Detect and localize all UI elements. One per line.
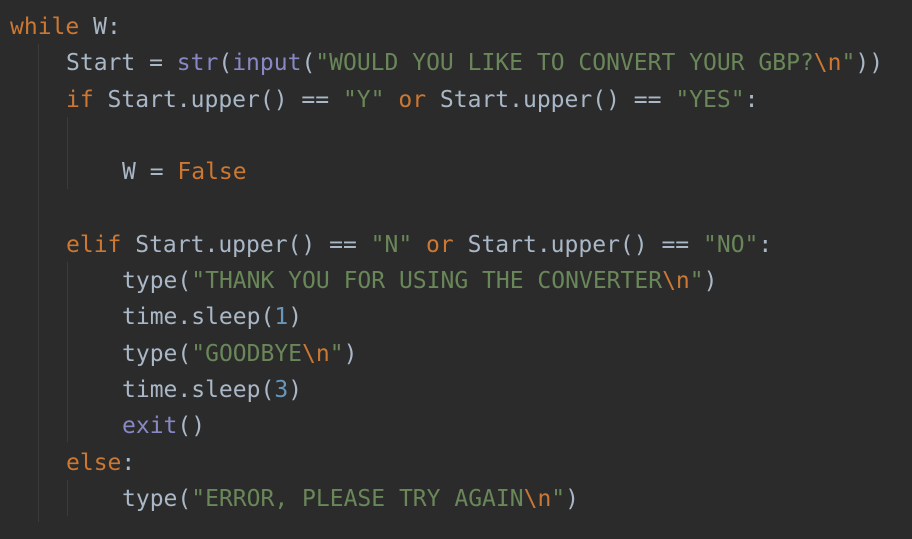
code-token: " [841, 50, 856, 77]
code-line[interactable]: time.sleep(1) [122, 302, 302, 332]
code-token: "THANK YOU FOR USING THE CONVERTER [191, 268, 663, 295]
code-token: if [66, 86, 94, 113]
code-token: ) [703, 268, 718, 295]
indent-guide-if-block [67, 117, 68, 189]
code-token: Start = [66, 50, 177, 77]
code-token: )) [855, 50, 884, 77]
code-token: ) [343, 340, 358, 367]
code-token: input [232, 50, 302, 77]
code-token: \n [662, 268, 690, 295]
code-token: str [176, 50, 219, 77]
code-token: "YES" [675, 86, 745, 113]
code-token: "GOODBYE [191, 340, 303, 367]
code-line[interactable]: while W: [10, 12, 121, 42]
code-token: time.sleep( [122, 304, 275, 331]
code-token: elif [66, 231, 122, 258]
code-token: type( [122, 485, 192, 512]
code-token: "Y" [342, 86, 385, 113]
code-token: "WOULD YOU LIKE TO CONVERT YOUR GBP? [315, 50, 814, 77]
code-token: "N" [370, 231, 413, 258]
code-token: : [121, 449, 136, 476]
code-token: while [10, 14, 80, 40]
indent-guide-while-block [38, 44, 39, 522]
code-token: or [426, 231, 454, 258]
code-token: 1 [274, 304, 289, 331]
code-token: ( [218, 50, 233, 77]
code-line[interactable]: Start = str(input("WOULD YOU LIKE TO CON… [66, 48, 883, 78]
code-token: : [744, 86, 759, 113]
code-token: Start.upper() == [453, 231, 703, 258]
code-token: Start.upper() == [93, 86, 343, 113]
code-token: Start.upper() == [121, 231, 371, 258]
code-token: or [398, 86, 427, 113]
code-token: ) [288, 304, 303, 331]
code-token: ) [288, 377, 303, 403]
code-token: " [329, 340, 344, 367]
code-token: False [177, 159, 247, 186]
code-token: \n [813, 50, 842, 77]
code-token: " [689, 268, 704, 295]
code-token: 3 [274, 377, 289, 403]
code-line[interactable]: type("GOODBYE\n") [122, 339, 357, 369]
code-token: type( [122, 340, 192, 367]
indent-guide-else-block [67, 480, 68, 516]
indent-guide-elif-block [67, 262, 68, 442]
code-token: W: [79, 14, 121, 40]
code-token: time.sleep( [122, 377, 275, 403]
code-editor[interactable]: while W: Start = str(input("WOULD YOU LIK… [0, 0, 912, 539]
code-token: type( [122, 268, 192, 295]
code-line[interactable]: exit() [122, 411, 205, 441]
code-line[interactable]: else: [66, 448, 135, 478]
code-token: else [66, 449, 122, 476]
code-token: exit [122, 413, 178, 440]
code-line[interactable]: elif Start.upper() == "N" or Start.upper… [66, 230, 772, 260]
code-line[interactable]: if Start.upper() == "Y" or Start.upper()… [66, 85, 758, 115]
code-token: "ERROR, PLEASE TRY AGAIN [191, 485, 524, 512]
code-line[interactable]: type("ERROR, PLEASE TRY AGAIN\n") [122, 484, 579, 514]
code-token: \n [523, 485, 552, 512]
code-line[interactable]: time.sleep(3) [122, 375, 302, 405]
code-token: : [758, 231, 773, 258]
code-token: () [177, 413, 206, 440]
code-token: " [551, 485, 566, 512]
code-token: ( [301, 50, 316, 77]
code-token: "NO" [703, 231, 759, 258]
code-token: W = [122, 159, 178, 186]
code-token: ) [565, 485, 580, 512]
code-token: \n [302, 340, 330, 367]
code-token: Start.upper() == [426, 86, 676, 113]
code-line[interactable]: type("THANK YOU FOR USING THE CONVERTER\… [122, 266, 717, 296]
code-line[interactable]: W = False [122, 157, 247, 187]
